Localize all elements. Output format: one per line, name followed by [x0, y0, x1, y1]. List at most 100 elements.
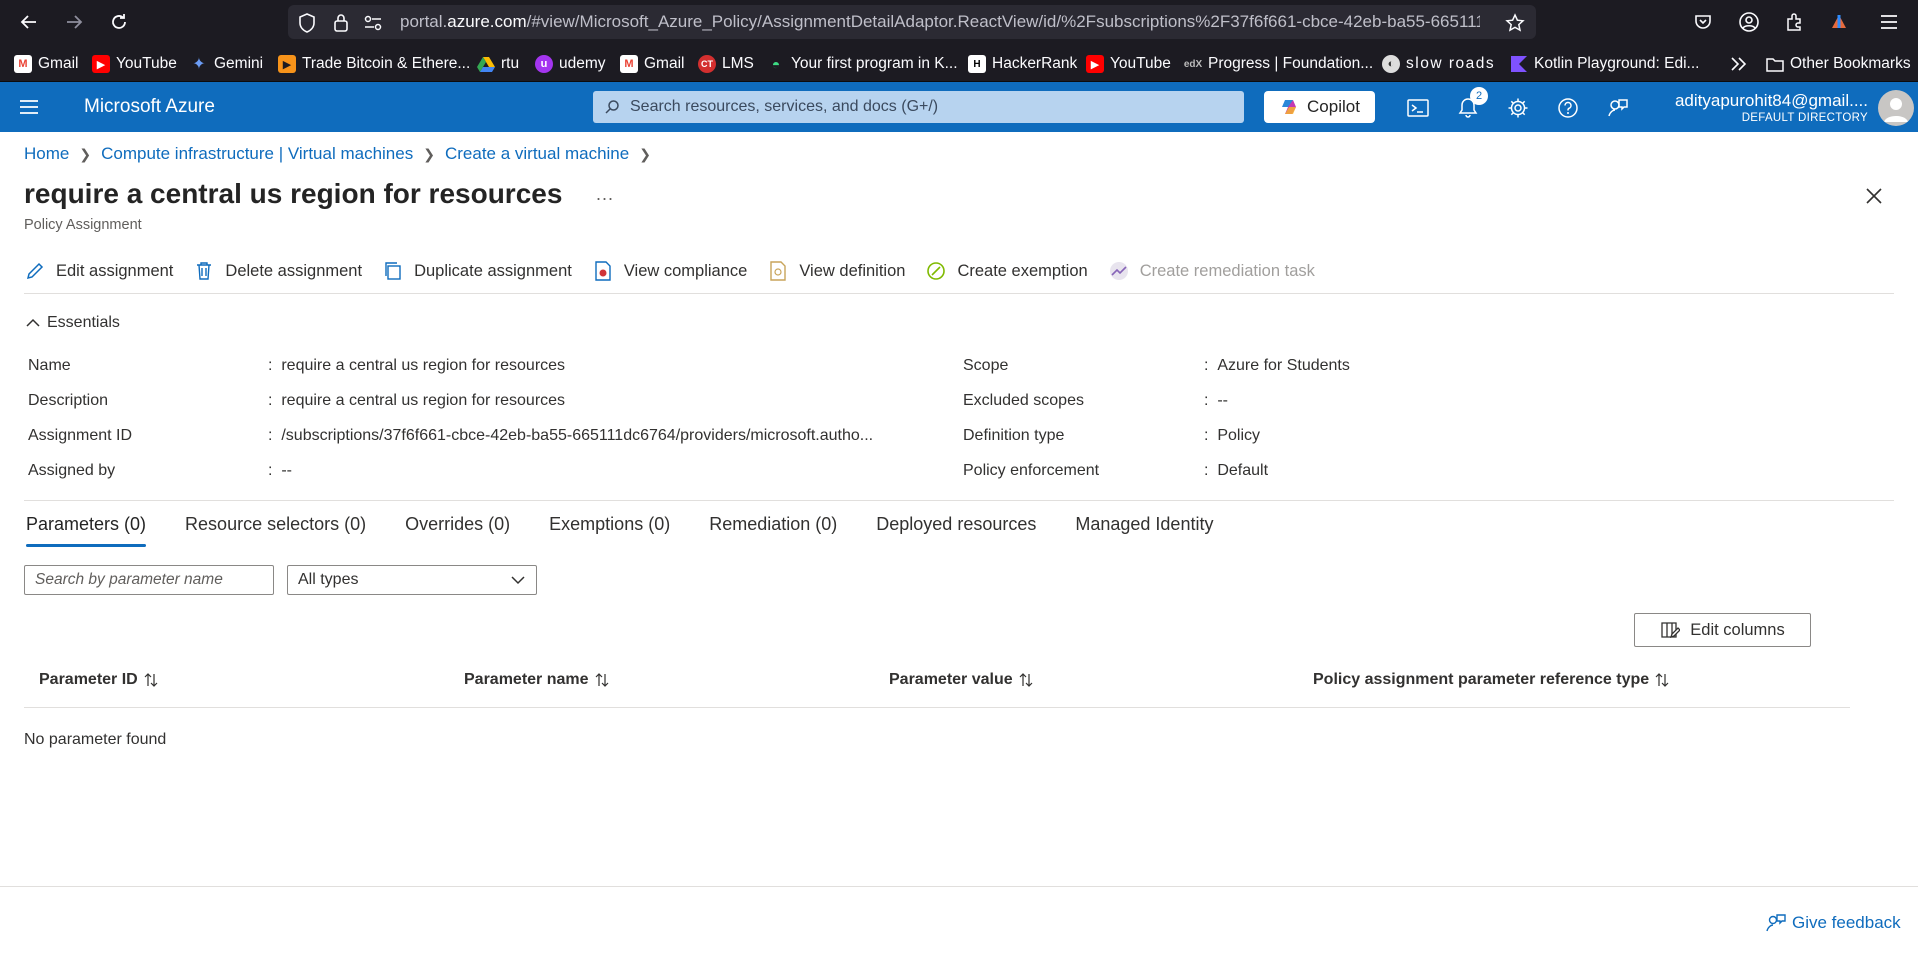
- tab-deployed-resources[interactable]: Deployed resources: [876, 514, 1036, 547]
- app-menu-icon[interactable]: [1876, 9, 1902, 35]
- essentials-value: : Azure for Students: [1204, 357, 1350, 374]
- essentials-label: Assignment ID: [28, 427, 133, 444]
- avatar[interactable]: [1878, 90, 1914, 126]
- essentials-toggle[interactable]: Essentials: [26, 314, 120, 332]
- bookmark-youtube-2[interactable]: ▶ YouTube: [1086, 53, 1171, 75]
- chevron-down-icon: [510, 574, 526, 586]
- address-bar[interactable]: portal.azure.com/#view/Microsoft_Azure_P…: [288, 5, 1536, 39]
- essentials-value: : Default: [1204, 462, 1269, 479]
- drive-icon: [477, 55, 495, 73]
- page-subtitle: Policy Assignment: [24, 217, 142, 233]
- create-exemption-button[interactable]: Create exemption: [925, 260, 1088, 282]
- reload-icon[interactable]: [106, 9, 132, 35]
- bookmark-kotlin-playground[interactable]: Kotlin Playground: Edi...: [1510, 53, 1699, 75]
- bookmark-lms[interactable]: CT LMS: [698, 53, 754, 75]
- account-info[interactable]: adityapurohit84@gmail.... DEFAULT DIRECT…: [1675, 91, 1868, 124]
- delete-assignment-button[interactable]: Delete assignment: [193, 260, 362, 282]
- settings-gear-icon[interactable]: [1505, 95, 1531, 121]
- feedback-icon: [1766, 913, 1786, 933]
- essentials-value: : --: [1204, 392, 1228, 409]
- column-header-parameter-name[interactable]: Parameter name: [464, 671, 609, 689]
- youtube-icon: ▶: [92, 55, 110, 73]
- account-icon[interactable]: [1736, 9, 1762, 35]
- chevron-right-icon: ❯: [79, 145, 92, 162]
- essentials-value: : --: [268, 462, 292, 479]
- edit-columns-button[interactable]: Edit columns: [1634, 613, 1811, 647]
- column-header-reference-type[interactable]: Policy assignment parameter reference ty…: [1313, 671, 1669, 689]
- breadcrumb-home[interactable]: Home: [24, 144, 69, 164]
- essentials-label: Policy enforcement: [963, 462, 1100, 479]
- more-bookmarks-icon[interactable]: [1730, 53, 1748, 75]
- bookmark-slow-roads[interactable]: ◐ slow roads: [1382, 53, 1495, 75]
- feedback-icon[interactable]: [1605, 95, 1631, 121]
- portal-menu-icon[interactable]: [18, 97, 40, 117]
- compliance-icon: [592, 260, 614, 282]
- shield-icon[interactable]: [296, 12, 318, 34]
- detail-tabs: Parameters (0) Resource selectors (0) Ov…: [26, 514, 1252, 547]
- bookmark-kotlin-first[interactable]: ◓ Your first program in K...: [767, 53, 958, 75]
- assignment-id-value[interactable]: : /subscriptions/37f6f661-cbce-42eb-ba55…: [268, 427, 873, 445]
- view-compliance-button[interactable]: View compliance: [592, 260, 747, 282]
- extension-colored-icon[interactable]: [1826, 9, 1852, 35]
- column-header-parameter-id[interactable]: Parameter ID: [39, 671, 158, 689]
- search-icon: [604, 99, 620, 115]
- tab-managed-identity[interactable]: Managed Identity: [1075, 514, 1213, 547]
- duplicate-assignment-button[interactable]: Duplicate assignment: [382, 260, 572, 282]
- tab-remediation[interactable]: Remediation (0): [709, 514, 837, 547]
- edx-icon: edX: [1183, 58, 1203, 70]
- close-icon[interactable]: [1864, 186, 1886, 208]
- breadcrumb-virtual-machines[interactable]: Compute infrastructure | Virtual machine…: [101, 144, 413, 164]
- tab-overrides[interactable]: Overrides (0): [405, 514, 510, 547]
- type-filter-dropdown[interactable]: All types: [287, 565, 537, 595]
- lock-icon[interactable]: [330, 12, 352, 34]
- bookmark-star-icon[interactable]: [1504, 12, 1526, 34]
- bookmark-rtu[interactable]: rtu: [477, 53, 519, 75]
- column-header-parameter-value[interactable]: Parameter value: [889, 671, 1033, 689]
- essentials-label: Scope: [963, 357, 1009, 374]
- tab-parameters[interactable]: Parameters (0): [26, 514, 147, 547]
- cloud-shell-icon[interactable]: [1405, 95, 1431, 121]
- essentials-label: Assigned by: [28, 462, 116, 479]
- global-search-input[interactable]: Search resources, services, and docs (G+…: [593, 91, 1244, 123]
- bookmark-hackerrank[interactable]: H HackerRank: [968, 53, 1077, 75]
- tab-exemptions[interactable]: Exemptions (0): [549, 514, 670, 547]
- lms-icon: CT: [698, 55, 716, 73]
- view-definition-button[interactable]: View definition: [767, 260, 905, 282]
- give-feedback-link[interactable]: Give feedback: [1766, 913, 1901, 933]
- essentials-label: Name: [28, 357, 71, 374]
- bookmark-gmail-2[interactable]: M Gmail: [620, 53, 684, 75]
- breadcrumb-create-vm[interactable]: Create a virtual machine: [445, 144, 629, 164]
- bookmark-udemy[interactable]: u udemy: [535, 53, 606, 75]
- breadcrumb: Home ❯ Compute infrastructure | Virtual …: [24, 144, 651, 164]
- extensions-icon[interactable]: [1781, 9, 1807, 35]
- sort-icon: [1655, 672, 1669, 688]
- exemption-icon: [925, 260, 947, 282]
- brand-title[interactable]: Microsoft Azure: [84, 96, 215, 118]
- bookmark-gemini[interactable]: ✦ Gemini: [190, 53, 263, 75]
- copilot-label: Copilot: [1307, 97, 1360, 116]
- pocket-icon[interactable]: [1690, 9, 1716, 35]
- create-remediation-task-button: Create remediation task: [1108, 260, 1315, 282]
- bookmark-edx[interactable]: edX Progress | Foundation...: [1184, 53, 1373, 75]
- back-icon[interactable]: [16, 9, 42, 35]
- copilot-button[interactable]: Copilot: [1264, 91, 1375, 123]
- tab-resource-selectors[interactable]: Resource selectors (0): [185, 514, 366, 547]
- edit-icon: [24, 260, 46, 282]
- other-bookmarks[interactable]: Other Bookmarks: [1766, 53, 1911, 75]
- folder-icon: [1766, 55, 1784, 73]
- bookmark-youtube[interactable]: ▶ YouTube: [92, 53, 177, 75]
- help-icon[interactable]: [1555, 95, 1581, 121]
- essentials-value: : require a central us region for resour…: [268, 357, 566, 374]
- site-permissions-icon[interactable]: [362, 12, 384, 34]
- more-options-button[interactable]: ...: [596, 184, 614, 205]
- search-placeholder: Search resources, services, and docs (G+…: [630, 98, 939, 115]
- definition-icon: [767, 260, 789, 282]
- bookmark-gmail[interactable]: M Gmail: [14, 53, 78, 75]
- forward-icon[interactable]: [61, 9, 87, 35]
- chevron-right-icon: ❯: [423, 145, 435, 162]
- kotlin-icon: [1510, 55, 1528, 73]
- parameter-search-input[interactable]: Search by parameter name: [24, 565, 274, 595]
- url-text[interactable]: portal.azure.com/#view/Microsoft_Azure_P…: [400, 12, 1480, 32]
- bookmark-trade[interactable]: ▶ Trade Bitcoin & Ethere...: [278, 53, 470, 75]
- edit-assignment-button[interactable]: Edit assignment: [24, 260, 173, 282]
